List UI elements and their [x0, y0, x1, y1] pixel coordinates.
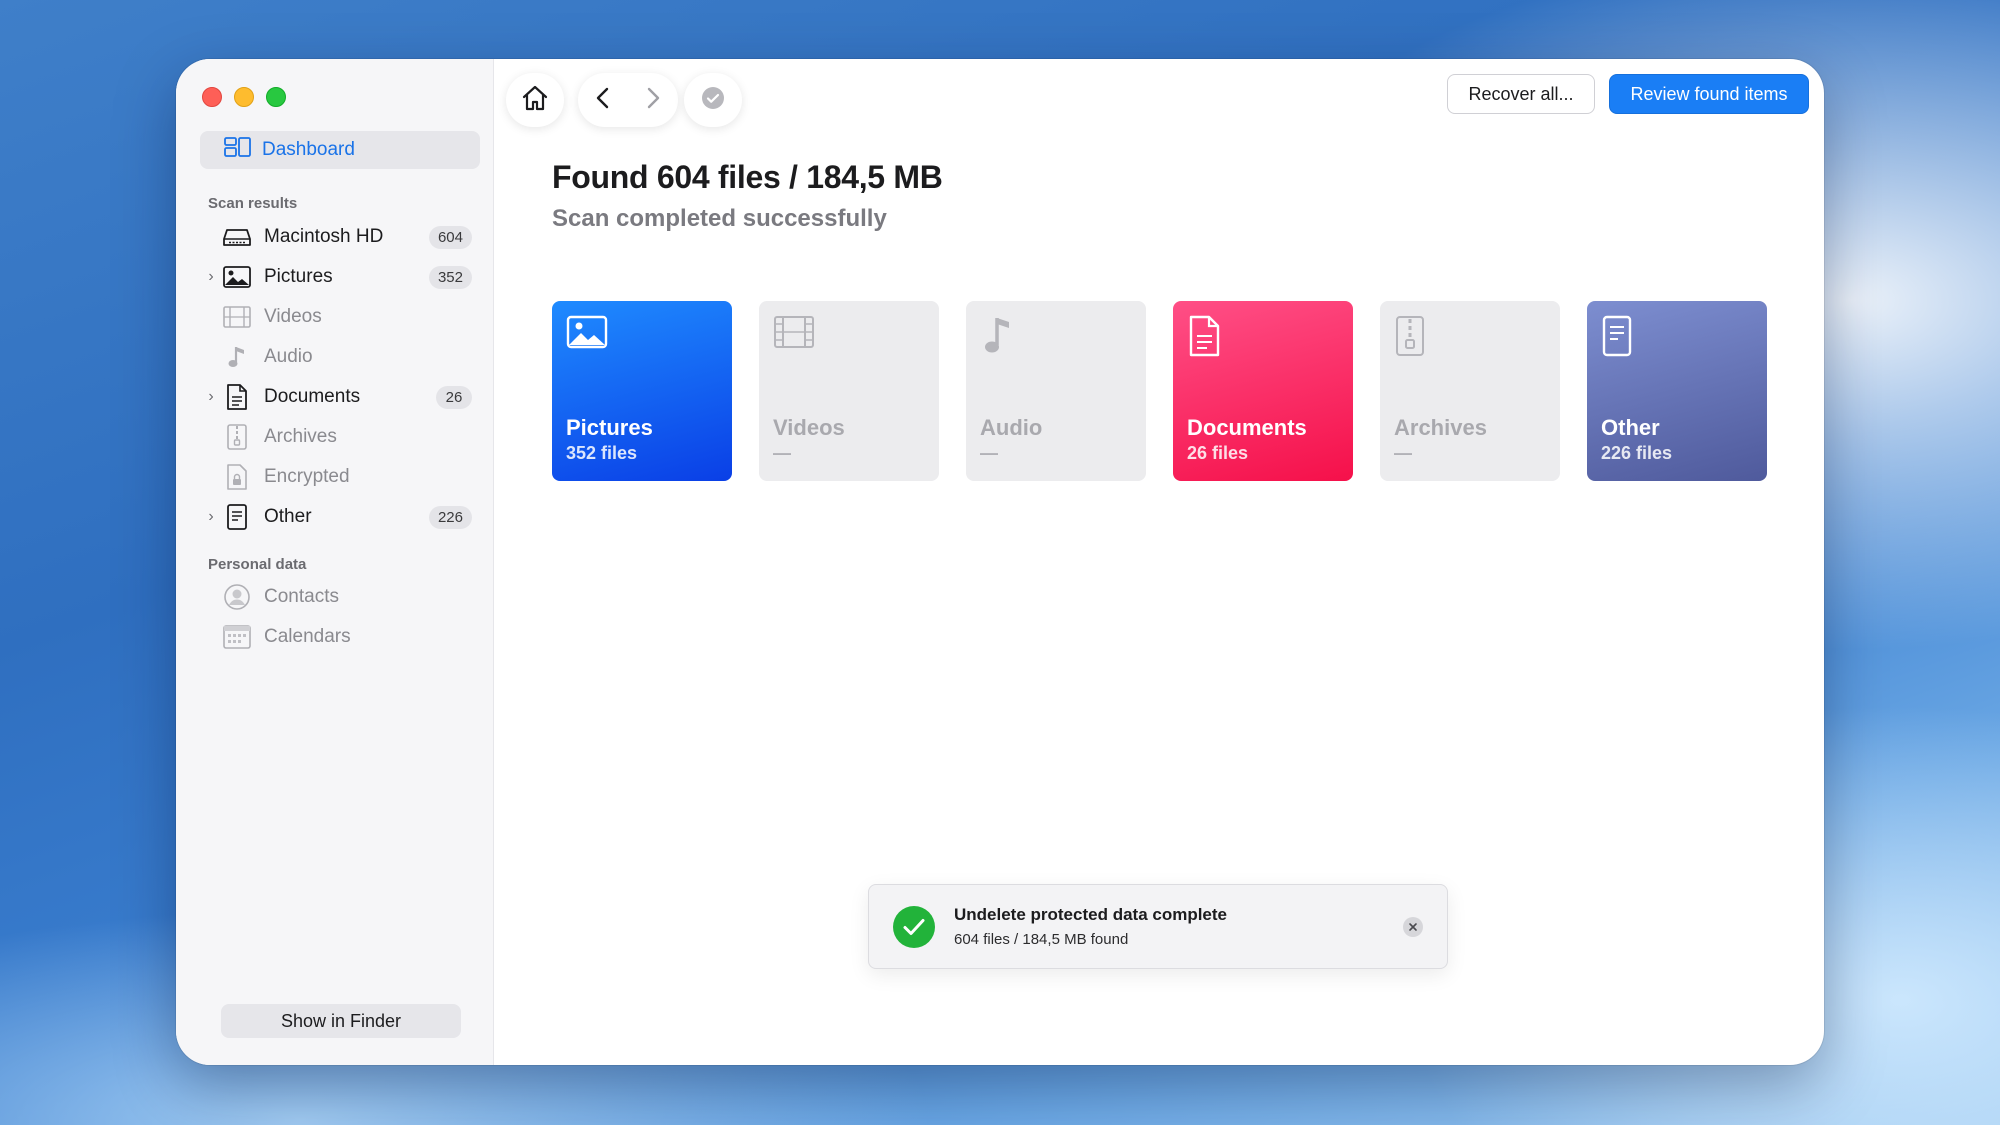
hard-drive-icon — [222, 224, 252, 250]
chevron-left-icon — [596, 87, 609, 108]
card-count: 352 files — [566, 443, 638, 463]
card-count: 26 files — [1187, 443, 1249, 463]
file-icon — [1601, 315, 1645, 357]
sidebar-item-calendars[interactable]: Calendars — [200, 619, 480, 655]
sidebar-item-label: Macintosh HD — [264, 226, 384, 247]
close-icon — [1409, 923, 1417, 931]
sidebar-item-videos[interactable]: Videos — [200, 299, 480, 335]
calendar-icon — [222, 624, 252, 650]
category-card-archives[interactable]: Archives — — [1380, 301, 1560, 481]
sidebar-item-label: Other — [264, 506, 312, 527]
close-window-button[interactable] — [202, 87, 222, 107]
category-card-audio[interactable]: Audio — — [966, 301, 1146, 481]
recover-all-button[interactable]: Recover all... — [1447, 74, 1595, 114]
card-count: — — [1394, 443, 1412, 463]
status-button[interactable] — [684, 73, 742, 127]
card-count: 226 files — [1601, 443, 1673, 463]
count-badge: 352 — [428, 265, 472, 289]
sidebar: Dashboard Scan results Macintosh HD 604 … — [176, 59, 494, 1065]
music-note-icon — [222, 344, 252, 370]
category-card-other[interactable]: Other 226 files — [1587, 301, 1767, 481]
chevron-right-icon — [647, 87, 660, 108]
completion-toast: Undelete protected data complete 604 fil… — [868, 884, 1448, 969]
toast-message: 604 files / 184,5 MB found — [954, 931, 1129, 948]
card-count: — — [980, 443, 998, 463]
archive-icon — [1394, 315, 1438, 356]
scan-results-heading: Scan results — [208, 195, 298, 212]
sidebar-item-dashboard[interactable]: Dashboard — [200, 131, 480, 169]
back-button[interactable] — [595, 87, 611, 114]
sidebar-item-label: Videos — [264, 306, 322, 327]
zoom-window-button[interactable] — [266, 87, 286, 107]
home-button[interactable] — [506, 73, 564, 127]
home-icon — [521, 85, 549, 116]
count-badge: 26 — [436, 385, 472, 409]
category-card-pictures[interactable]: Pictures 352 files — [552, 301, 732, 481]
sidebar-item-label: Documents — [264, 386, 361, 407]
card-name: Audio — [980, 415, 1043, 440]
music-note-icon — [980, 315, 1024, 355]
navigation-group — [578, 73, 678, 127]
sidebar-item-other[interactable]: › Other 226 — [200, 499, 480, 535]
count-badge: 604 — [428, 225, 472, 249]
sidebar-item-label: Calendars — [264, 626, 351, 647]
category-card-documents[interactable]: Documents 26 files — [1173, 301, 1353, 481]
show-in-finder-button[interactable]: Show in Finder — [221, 1004, 461, 1038]
document-icon — [1187, 315, 1231, 357]
forward-button[interactable] — [645, 87, 661, 114]
sidebar-item-pictures[interactable]: › Pictures 352 — [200, 259, 480, 295]
sidebar-item-macintosh-hd[interactable]: Macintosh HD 604 — [200, 219, 480, 255]
window-controls — [202, 87, 286, 107]
sidebar-item-contacts[interactable]: Contacts — [200, 579, 480, 615]
checkmark-circle-icon — [701, 86, 725, 115]
chevron-right-icon[interactable]: › — [200, 268, 222, 286]
card-name: Pictures — [566, 415, 653, 440]
count-badge: 226 — [428, 505, 472, 529]
document-icon — [222, 384, 252, 410]
chevron-right-icon[interactable]: › — [200, 388, 222, 406]
lock-document-icon — [222, 464, 252, 490]
sidebar-item-label: Pictures — [264, 266, 333, 287]
card-count: — — [773, 443, 791, 463]
toast-title: Undelete protected data complete — [954, 905, 1228, 924]
sidebar-item-label: Contacts — [264, 586, 339, 607]
sidebar-item-label: Encrypted — [264, 466, 350, 487]
image-icon — [222, 264, 252, 290]
card-name: Other — [1601, 415, 1660, 440]
image-icon — [566, 315, 610, 355]
archive-icon — [222, 424, 252, 450]
sidebar-item-audio[interactable]: Audio — [200, 339, 480, 375]
minimize-window-button[interactable] — [234, 87, 254, 107]
category-card-videos[interactable]: Videos — — [759, 301, 939, 481]
success-check-icon — [893, 906, 935, 948]
chevron-right-icon[interactable]: › — [200, 508, 222, 526]
toast-close-button[interactable] — [1403, 917, 1423, 937]
sidebar-item-encrypted[interactable]: Encrypted — [200, 459, 480, 495]
page-title: Found 604 files / 184,5 MB — [552, 159, 943, 195]
sidebar-item-label: Audio — [264, 346, 313, 367]
dashboard-icon — [224, 137, 252, 163]
page-subtitle: Scan completed successfully — [552, 205, 887, 232]
card-name: Documents — [1187, 415, 1307, 440]
card-name: Archives — [1394, 415, 1487, 440]
dashboard-label: Dashboard — [262, 139, 355, 160]
film-icon — [222, 304, 252, 330]
film-icon — [773, 315, 817, 355]
app-window: Dashboard Scan results Macintosh HD 604 … — [176, 59, 1824, 1065]
review-found-items-button[interactable]: Review found items — [1609, 74, 1809, 114]
sidebar-item-archives[interactable]: Archives — [200, 419, 480, 455]
personal-data-heading: Personal data — [208, 556, 307, 573]
file-icon — [222, 504, 252, 530]
sidebar-item-documents[interactable]: › Documents 26 — [200, 379, 480, 415]
card-name: Videos — [773, 415, 845, 440]
contacts-icon — [222, 584, 252, 610]
sidebar-item-label: Archives — [264, 426, 337, 447]
